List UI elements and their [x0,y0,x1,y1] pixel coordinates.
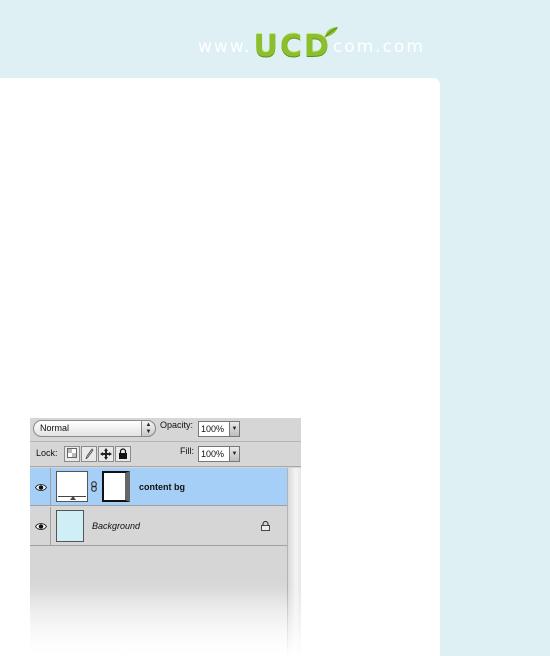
visibility-toggle[interactable] [30,468,51,505]
dropdown-arrow-icon[interactable]: ▼ [229,421,240,437]
blend-mode-value: Normal [40,423,70,433]
opacity-field[interactable]: 100% ▼ [198,421,240,437]
layer-thumbnail [56,471,88,502]
opacity-value: 100% [201,424,225,434]
link-icon[interactable] [91,481,97,492]
dropdown-arrow-icon[interactable]: ▼ [229,446,240,462]
eye-icon[interactable] [35,483,47,492]
ucd-logo: U C D [253,27,338,64]
lock-icon [261,521,270,531]
lock-position-icon[interactable] [98,446,114,462]
leaf-icon [324,27,338,38]
lock-all-icon[interactable] [115,446,131,462]
blend-mode-select[interactable]: Normal ▲ ▼ [33,420,156,437]
bottom-fade [30,588,301,656]
logo-letter-u: U [253,29,278,64]
lock-image-pixels-icon[interactable] [81,446,97,462]
layers-panel: Normal ▲ ▼ Opacity: 100% ▼ Lock: Fill: 10… [30,418,301,656]
fill-field[interactable]: 100% ▼ [198,446,240,462]
lock-transparent-pixels-icon[interactable] [64,446,80,462]
layer-row-content-bg[interactable]: content bg [30,468,287,506]
chevron-updown-icon: ▲ ▼ [141,420,156,437]
watermark-suffix: com.com [332,37,425,57]
eye-icon[interactable] [35,522,47,531]
fill-value: 100% [201,449,225,459]
header-banner: www. U C D com.com [0,0,550,78]
lock-label: Lock: [36,448,58,458]
opacity-label: Opacity: [160,420,194,430]
layer-thumbnail [56,510,84,542]
layer-name[interactable]: content bg [139,482,185,492]
visibility-toggle[interactable] [30,507,51,545]
fill-label: Fill: [180,446,194,456]
layer-row-background[interactable]: Background [30,507,287,546]
watermark-prefix: www. [198,37,252,57]
layer-mask-thumbnail[interactable] [102,471,130,502]
blend-options-row: Normal ▲ ▼ Opacity: 100% ▼ [30,418,301,442]
logo-letter-c: C [279,29,302,64]
layer-name[interactable]: Background [92,521,140,531]
lock-fill-row: Lock: Fill: 100% ▼ [30,443,301,467]
site-watermark: www. U C D com.com [198,27,425,64]
